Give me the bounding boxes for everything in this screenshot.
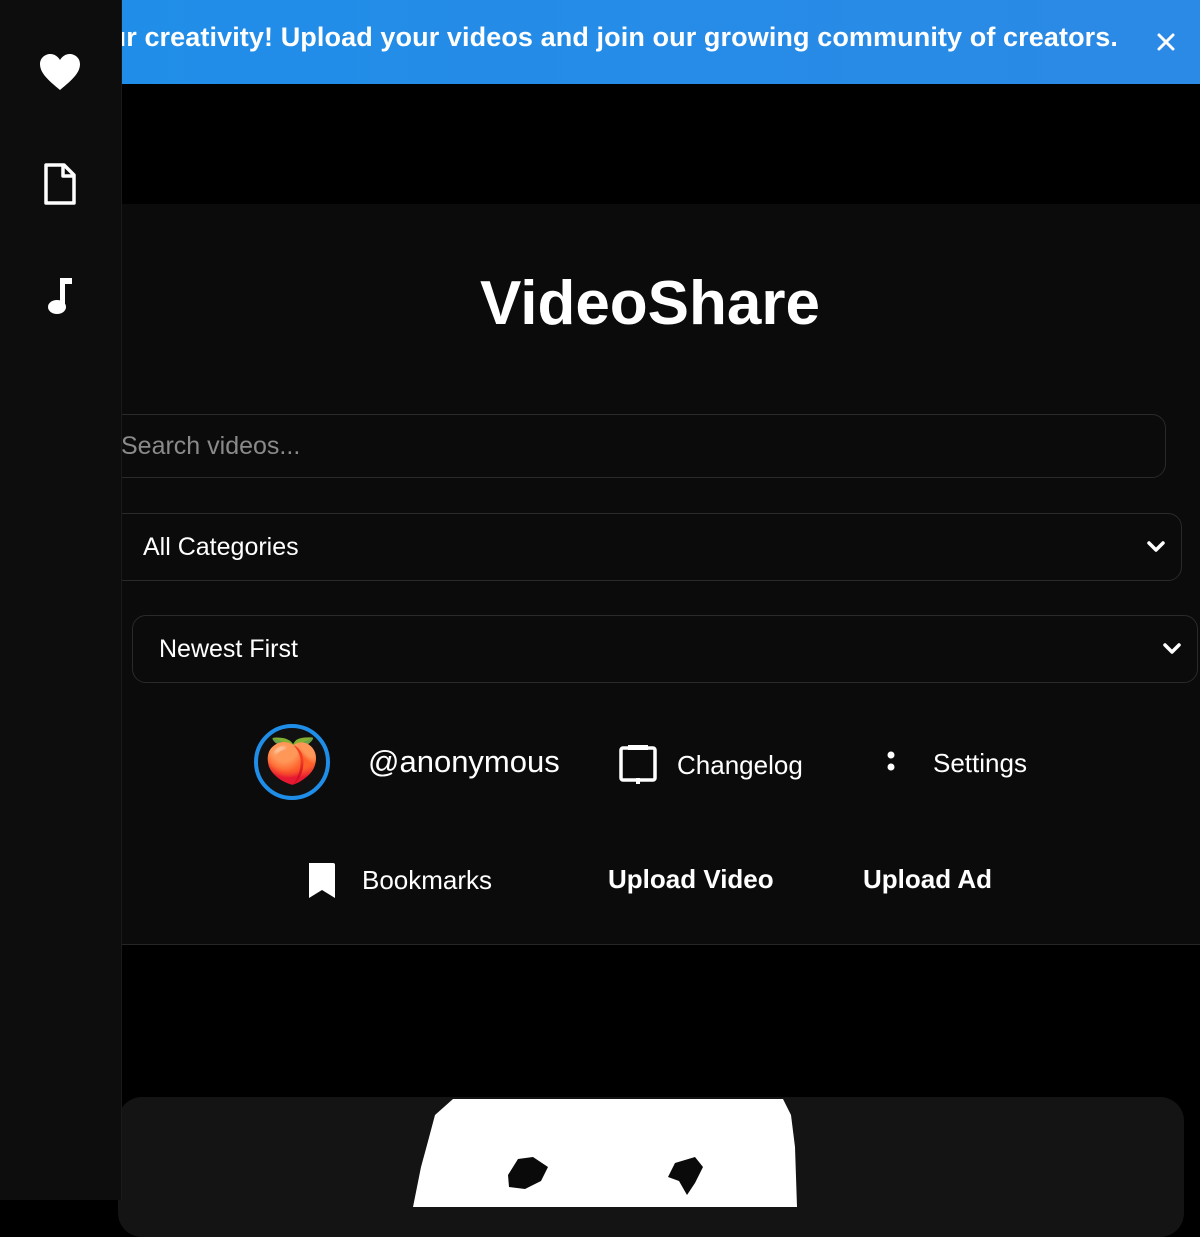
music-note-icon[interactable]: [38, 274, 82, 318]
bookmark-icon: [309, 863, 335, 898]
banner-text: Showcase your creativity! Upload your vi…: [0, 22, 1118, 52]
close-icon: [1157, 33, 1175, 51]
category-select[interactable]: All Categories: [60, 513, 1182, 581]
header-panel: VideoShare All Categories Newest First 🍑…: [0, 204, 1200, 945]
tablet-icon: [619, 745, 657, 784]
sort-selected: Newest First: [159, 634, 298, 663]
sidebar: [0, 0, 122, 1200]
upload-ad-button[interactable]: Upload Ad: [863, 864, 992, 895]
search-input[interactable]: [60, 414, 1166, 478]
chevron-down-icon: [1163, 643, 1181, 654]
changelog-link[interactable]: Changelog: [618, 744, 803, 786]
more-vertical-icon: [887, 751, 895, 770]
app-title: VideoShare: [479, 269, 820, 338]
video-thumbnail: [413, 1099, 797, 1207]
category-selected: All Categories: [143, 532, 299, 561]
announcement-banner: Showcase your creativity! Upload your vi…: [0, 0, 1200, 84]
upload-video-button[interactable]: Upload Video: [608, 864, 774, 895]
upload-ad-label: Upload Ad: [863, 864, 993, 894]
video-card[interactable]: [118, 1097, 1184, 1237]
profile-link[interactable]: 🍑 @anonymous: [254, 724, 560, 800]
heart-icon[interactable]: [38, 50, 82, 94]
settings-label: Settings: [933, 748, 1027, 778]
upload-video-label: Upload Video: [608, 864, 774, 894]
peach-avatar-icon: 🍑: [264, 737, 320, 786]
settings-link[interactable]: Settings: [884, 748, 1027, 779]
document-icon[interactable]: [38, 162, 82, 206]
bookmarks-link[interactable]: Bookmarks: [306, 860, 492, 900]
avatar: 🍑: [254, 724, 330, 800]
chevron-down-icon: [1147, 541, 1165, 552]
changelog-label: Changelog: [677, 749, 803, 780]
banner-close-button[interactable]: [1150, 26, 1182, 58]
username: @anonymous: [368, 744, 560, 779]
sort-select[interactable]: Newest First: [132, 615, 1198, 683]
bookmarks-label: Bookmarks: [362, 864, 493, 895]
